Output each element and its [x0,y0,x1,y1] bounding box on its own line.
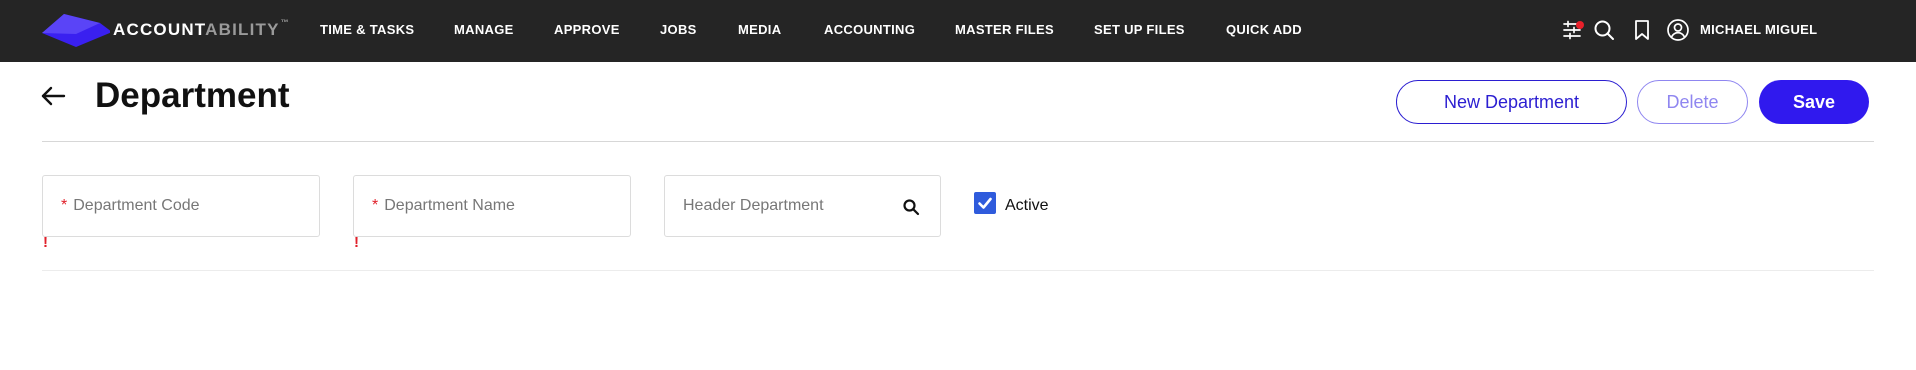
department-name-label: * Department Name [372,197,515,214]
required-marker: * [372,197,379,214]
nav-item-jobs[interactable]: JOBS [660,22,697,37]
nav-item-media[interactable]: MEDIA [738,22,781,37]
bookmark-icon[interactable] [1630,18,1654,42]
delete-button[interactable]: Delete [1637,80,1748,124]
active-label[interactable]: Active [1005,197,1049,215]
header-department-field[interactable]: Header Department [664,175,941,237]
department-code-label: * Department Code [61,197,200,214]
save-button[interactable]: Save [1759,80,1869,124]
header-divider [42,141,1874,142]
notification-dot [1576,21,1584,29]
page-title: Department [95,76,290,115]
active-checkbox[interactable] [974,192,996,214]
user-avatar-icon[interactable] [1666,18,1690,42]
new-department-button[interactable]: New Department [1396,80,1627,124]
nav-item-master-files[interactable]: MASTER FILES [955,22,1054,37]
department-name-error-marker: ! [354,234,359,251]
brand-name: ACCOUNTABILITY™ [113,18,289,39]
required-marker: * [61,197,68,214]
department-name-field[interactable]: * Department Name [353,175,631,237]
nav-item-time-tasks[interactable]: TIME & TASKS [320,22,414,37]
nav-item-set-up-files[interactable]: SET UP FILES [1094,22,1185,37]
top-nav-bar: ACCOUNTABILITY™ TIME & TASKS MANAGE APPR… [0,0,1916,62]
search-icon[interactable] [902,198,920,216]
checkmark-icon [978,197,992,209]
nav-item-manage[interactable]: MANAGE [454,22,514,37]
nav-item-quick-add[interactable]: QUICK ADD [1226,22,1302,37]
accountability-logo-icon[interactable] [42,13,110,47]
nav-item-accounting[interactable]: ACCOUNTING [824,22,915,37]
department-code-error-marker: ! [43,234,48,251]
header-department-label: Header Department [683,197,824,214]
back-arrow-icon[interactable] [40,84,66,108]
department-code-field[interactable]: * Department Code [42,175,320,237]
nav-item-approve[interactable]: APPROVE [554,22,620,37]
search-icon[interactable] [1592,18,1616,42]
user-name[interactable]: MICHAEL MIGUEL [1700,22,1817,37]
form-divider [42,270,1874,271]
